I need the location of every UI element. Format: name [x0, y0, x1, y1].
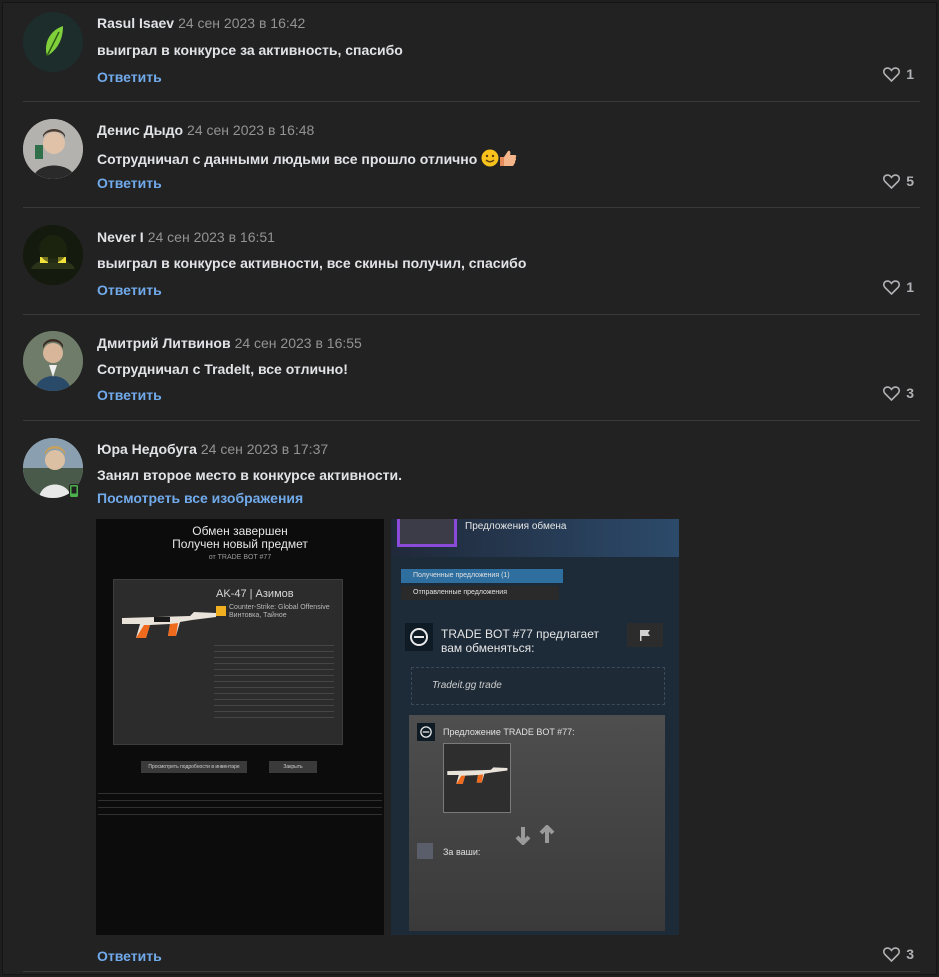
comment-text: выиграл в конкурсе за активность, спасиб…	[97, 42, 403, 58]
reply-button[interactable]: Ответить	[97, 175, 162, 191]
person-photo-icon	[23, 331, 83, 391]
attachment-image-trade-offer[interactable]: Предложения обмена Полученные предложени…	[391, 519, 679, 935]
divider	[23, 101, 920, 102]
attachment-image-trade-complete[interactable]: Обмен завершен Получен новый предмет от …	[96, 519, 384, 935]
bot-avatar-small-icon	[417, 723, 435, 741]
offer-title: TRADE BOT #77 предлагает вам обменяться:	[441, 627, 599, 655]
view-all-images-link[interactable]: Посмотреть все изображения	[97, 490, 303, 506]
author-name[interactable]: Rasul Isaev	[97, 15, 174, 31]
offered-item-slot[interactable]	[443, 743, 511, 813]
reply-button[interactable]: Ответить	[97, 282, 162, 298]
like-button[interactable]: 3	[883, 946, 914, 962]
comment-author-line: Rasul Isaev 24 сен 2023 в 16:42	[97, 15, 305, 31]
comment-date[interactable]: 24 сен 2023 в 16:51	[148, 229, 275, 245]
like-button[interactable]: 5	[883, 173, 914, 189]
like-button[interactable]: 1	[883, 279, 914, 295]
person-photo-icon	[23, 119, 83, 179]
leaf-logo-icon	[23, 12, 83, 72]
profile-avatar	[397, 519, 457, 547]
offer-message: Tradeit.gg trade	[432, 680, 502, 691]
reply-button[interactable]: Ответить	[97, 387, 162, 403]
author-name[interactable]: Денис Дыдо	[97, 122, 183, 138]
close-button[interactable]: Закрыть	[269, 761, 317, 773]
like-count: 5	[906, 173, 914, 189]
heart-icon	[883, 279, 901, 295]
offers-header-title: Предложения обмена	[465, 521, 567, 532]
report-button[interactable]	[627, 623, 663, 647]
offer-message-box: Tradeit.gg trade	[411, 667, 665, 705]
avatar[interactable]	[23, 331, 83, 391]
comment-date[interactable]: 24 сен 2023 в 16:55	[235, 335, 362, 351]
divider	[23, 314, 920, 315]
offer-items-panel: Предложение TRADE BOT #77: За ваши:	[409, 715, 665, 931]
heart-icon	[883, 66, 901, 82]
comment-date[interactable]: 24 сен 2023 в 16:48	[187, 122, 314, 138]
reply-button[interactable]: Ответить	[97, 948, 162, 964]
heart-icon	[883, 385, 901, 401]
divider	[23, 420, 920, 421]
author-name[interactable]: Дмитрий Литвинов	[97, 335, 231, 351]
avatar[interactable]	[23, 225, 83, 285]
comment-text: выиграл в конкурсе активности, все скины…	[97, 255, 527, 271]
heart-icon	[883, 173, 901, 189]
like-count: 1	[906, 279, 914, 295]
car-headlights-photo-icon	[23, 225, 83, 285]
item-name: AK-47 | Азимов	[216, 588, 294, 600]
ak47-rifle-icon	[122, 612, 216, 638]
like-count: 3	[906, 946, 914, 962]
comment-author-line: Never I 24 сен 2023 в 16:51	[97, 229, 275, 245]
author-name[interactable]: Never I	[97, 229, 144, 245]
flag-icon	[640, 630, 650, 641]
reply-button[interactable]: Ответить	[97, 69, 162, 85]
comment-author-line: Дмитрий Литвинов 24 сен 2023 в 16:55	[97, 335, 362, 351]
item-description	[214, 640, 334, 718]
bot-offer-label: Предложение TRADE BOT #77:	[443, 727, 575, 737]
like-count: 3	[906, 385, 914, 401]
avatar[interactable]	[23, 119, 83, 179]
like-button[interactable]: 1	[883, 66, 914, 82]
like-count: 1	[906, 66, 914, 82]
game-icon	[216, 606, 226, 616]
tab-sent-offers[interactable]: Отправленные предложения	[401, 586, 559, 600]
view-in-inventory-button[interactable]: Просмотреть подробности в инвентаре	[141, 761, 247, 773]
divider	[23, 207, 920, 208]
item-game: Counter-Strike: Global Offensive Винтовк…	[229, 604, 330, 619]
ak47-rifle-icon	[447, 767, 508, 784]
item-card: AK-47 | Азимов Counter-Strike: Global Of…	[113, 579, 343, 745]
comment-date[interactable]: 24 сен 2023 в 16:42	[178, 15, 305, 31]
user-avatar-small	[417, 843, 433, 859]
comment-author-line: Денис Дыдо 24 сен 2023 в 16:48	[97, 122, 314, 138]
tab-received-offers[interactable]: Полученные предложения (1)	[401, 569, 563, 583]
comment-author-line: Юра Недобуга 24 сен 2023 в 17:37	[97, 441, 328, 457]
swap-arrows-icon	[515, 825, 555, 845]
trade-complete-title: Обмен завершен Получен новый предмет от …	[172, 524, 308, 562]
comment-text: Сотрудничал с TradeIt, все отлично!	[97, 361, 348, 377]
for-yours-label: За ваши:	[443, 847, 481, 857]
thumbs-up-emoji-icon	[500, 150, 517, 166]
comment-date[interactable]: 24 сен 2023 в 17:37	[201, 441, 328, 457]
comment-text: Занял второе место в конкурсе активности…	[97, 467, 403, 483]
heart-icon	[883, 946, 901, 962]
comment-text: Сотрудничал с данными людьми все прошло …	[97, 151, 478, 167]
divider	[23, 971, 920, 972]
comment-text-line: Сотрудничал с данными людьми все прошло …	[97, 149, 517, 167]
footer-text	[98, 787, 382, 821]
author-name[interactable]: Юра Недобуга	[97, 441, 197, 457]
like-button[interactable]: 3	[883, 385, 914, 401]
avatar[interactable]	[23, 12, 83, 72]
bot-avatar-icon	[405, 623, 433, 651]
smile-emoji-icon	[481, 149, 499, 167]
comments-panel: Rasul Isaev 24 сен 2023 в 16:42 выиграл в…	[2, 2, 937, 975]
mobile-phone-icon	[69, 484, 79, 498]
offers-header: Предложения обмена	[391, 519, 679, 557]
